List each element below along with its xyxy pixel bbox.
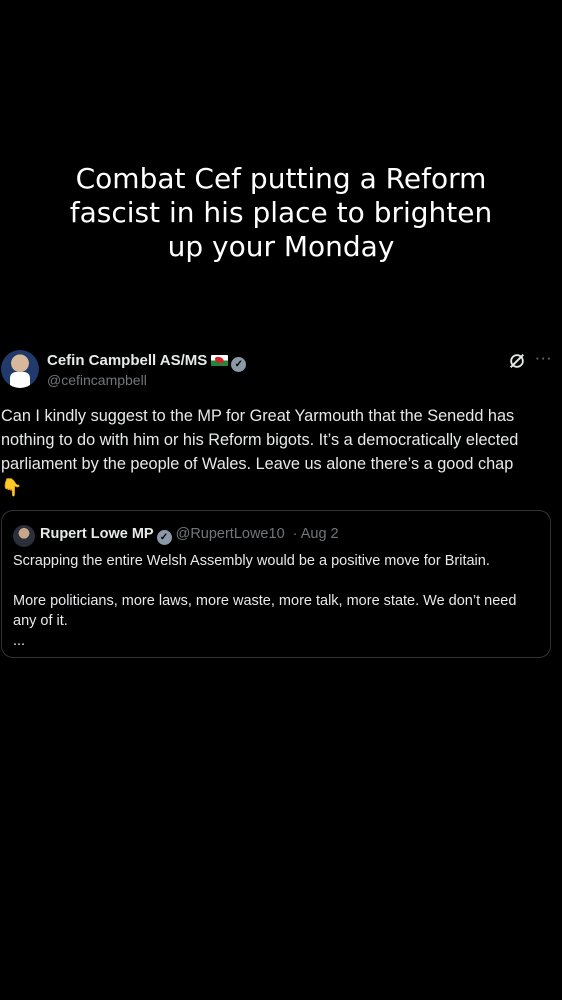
quoted-date: · Aug 2 bbox=[292, 526, 339, 542]
verified-badge-icon: ✓ bbox=[231, 357, 247, 372]
author-name[interactable]: Cefin Campbell AS/MS ✓ bbox=[47, 352, 247, 372]
quoted-text-line: any of it. bbox=[13, 613, 68, 629]
quoted-text-line: More politicians, more laws, more waste,… bbox=[13, 593, 517, 609]
tweet-text-line: nothing to do with him or his Reform big… bbox=[1, 431, 519, 449]
tweet-text-line: parliament by the people of Wales. Leave… bbox=[1, 455, 514, 473]
caption-line: Combat Cef putting a Reform bbox=[75, 162, 487, 195]
avatar-shirt bbox=[10, 372, 30, 388]
quoted-handle: @RupertLowe10 bbox=[175, 526, 285, 542]
tweet-card[interactable]: Cefin Campbell AS/MS ✓ @cefincampbell ···… bbox=[0, 350, 562, 658]
avatar[interactable] bbox=[1, 350, 39, 388]
quoted-header: Rupert Lowe MP ✓ @RupertLowe10 · Aug 2 bbox=[40, 526, 339, 545]
video-caption: Combat Cef putting a Reform fascist in h… bbox=[0, 162, 562, 264]
grok-icon[interactable] bbox=[508, 352, 526, 370]
quoted-text: Scrapping the entire Welsh Assembly woul… bbox=[13, 551, 543, 651]
quoted-tweet[interactable]: Rupert Lowe MP ✓ @RupertLowe10 · Aug 2 Scr… bbox=[1, 510, 551, 658]
quoted-text-ellipsis: ... bbox=[13, 633, 26, 649]
caption-line: fascist in his place to brighten bbox=[69, 196, 493, 229]
wales-flag-icon bbox=[211, 355, 229, 366]
tweet-header: Cefin Campbell AS/MS ✓ @cefincampbell ··· bbox=[0, 350, 562, 392]
quoted-text-line: Scrapping the entire Welsh Assembly woul… bbox=[13, 553, 490, 569]
more-icon[interactable]: ··· bbox=[535, 350, 552, 368]
caption-line: up your Monday bbox=[167, 230, 395, 263]
tweet-text-line: Can I kindly suggest to the MP for Great… bbox=[1, 407, 515, 425]
tweet-text: Can I kindly suggest to the MP for Great… bbox=[1, 404, 559, 500]
pointing-down-emoji: 👇 bbox=[1, 478, 23, 497]
quoted-avatar bbox=[13, 525, 35, 547]
author-name-text: Cefin Campbell AS/MS bbox=[47, 352, 208, 369]
verified-badge-icon: ✓ bbox=[156, 530, 172, 545]
author-handle[interactable]: @cefincampbell bbox=[47, 372, 147, 388]
quoted-author-name: Rupert Lowe MP bbox=[40, 526, 154, 542]
